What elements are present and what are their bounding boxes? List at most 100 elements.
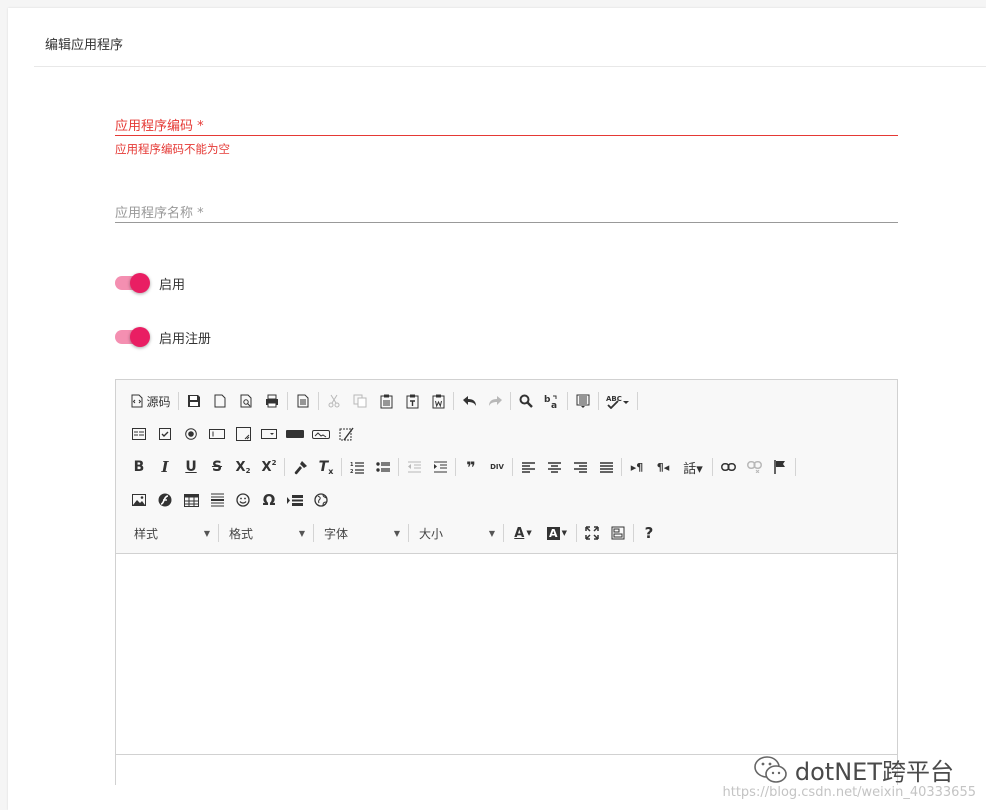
- align-right-button[interactable]: [567, 455, 593, 479]
- create-div-button[interactable]: DIV: [484, 455, 510, 479]
- iframe-button[interactable]: [308, 488, 334, 512]
- svg-text:1: 1: [350, 462, 354, 468]
- bulleted-list-icon: [376, 462, 390, 472]
- toolbar-row-insert: Ω: [126, 487, 334, 513]
- rich-text-editor: 源码 ba ABC B I U S X 2 X 2 T x 1 2 ❞ DIV …: [115, 379, 898, 785]
- chevron-down-icon: ▼: [561, 529, 567, 537]
- unlink-button[interactable]: [741, 455, 767, 479]
- paste-text-button[interactable]: [399, 389, 425, 413]
- templates-button[interactable]: [290, 389, 316, 413]
- form-button-button[interactable]: [282, 422, 308, 446]
- flash-button[interactable]: [152, 488, 178, 512]
- unlink-icon: [746, 461, 762, 473]
- print-button[interactable]: [259, 389, 285, 413]
- svg-text:2: 2: [350, 469, 354, 474]
- anchor-button[interactable]: [767, 455, 793, 479]
- align-center-button[interactable]: [541, 455, 567, 479]
- bold-button[interactable]: B: [126, 455, 152, 479]
- language-button[interactable]: 話▾: [676, 455, 710, 479]
- align-left-icon: [521, 461, 535, 473]
- align-justify-icon: [599, 461, 613, 473]
- bg-color-button[interactable]: A ▼: [540, 521, 574, 545]
- toolbar-row-styles: 样式 ▼ 格式 ▼ 字体 ▼ 大小 ▼ A ▼ A ▼ ?: [126, 520, 662, 546]
- select-field-button[interactable]: [256, 422, 282, 446]
- svg-text:ABC: ABC: [606, 395, 622, 403]
- textarea-button[interactable]: [230, 422, 256, 446]
- page-break-button[interactable]: [282, 488, 308, 512]
- hidden-field-button[interactable]: [334, 422, 360, 446]
- superscript-button[interactable]: X2: [256, 455, 282, 479]
- subscript-button[interactable]: X2: [230, 455, 256, 479]
- indent-button[interactable]: [427, 455, 453, 479]
- table-button[interactable]: [178, 488, 204, 512]
- format-dropdown[interactable]: 格式 ▼: [221, 522, 309, 544]
- paste-button[interactable]: [373, 389, 399, 413]
- toolbar-separator: [287, 392, 288, 410]
- text-color-button[interactable]: A ▼: [506, 521, 540, 545]
- paste-word-button[interactable]: [425, 389, 451, 413]
- undo-icon: [462, 396, 476, 406]
- new-page-button[interactable]: [207, 389, 233, 413]
- align-justify-button[interactable]: [593, 455, 619, 479]
- blockquote-button[interactable]: ❞: [458, 455, 484, 479]
- chevron-down-icon: ▼: [203, 528, 210, 538]
- copy-icon: [353, 394, 367, 408]
- maximize-button[interactable]: [579, 521, 605, 545]
- toolbar-separator: [313, 524, 314, 542]
- preview-button[interactable]: [233, 389, 259, 413]
- special-char-button[interactable]: Ω: [256, 488, 282, 512]
- font-dropdown[interactable]: 字体 ▼: [316, 522, 404, 544]
- checkbox-button[interactable]: [152, 422, 178, 446]
- select-all-icon: [576, 394, 590, 408]
- textfield-button[interactable]: [204, 422, 230, 446]
- subscript-icon: X: [235, 459, 246, 475]
- save-icon: [188, 395, 200, 407]
- outdent-button[interactable]: [401, 455, 427, 479]
- save-button[interactable]: [181, 389, 207, 413]
- source-button[interactable]: 源码: [126, 389, 176, 413]
- find-button[interactable]: [513, 389, 539, 413]
- print-icon: [266, 394, 278, 408]
- cut-button[interactable]: [321, 389, 347, 413]
- spellcheck-button[interactable]: ABC: [601, 389, 635, 413]
- editor-content-area[interactable]: [116, 554, 897, 754]
- link-icon: [720, 463, 736, 471]
- smiley-button[interactable]: [230, 488, 256, 512]
- toolbar-separator: [576, 524, 577, 542]
- rtl-button[interactable]: ¶◂: [650, 455, 676, 479]
- styles-dropdown[interactable]: 样式 ▼: [126, 522, 214, 544]
- remove-format-button[interactable]: Tx: [313, 455, 339, 479]
- register-toggle[interactable]: 启用注册: [115, 327, 315, 347]
- copy-button[interactable]: [347, 389, 373, 413]
- numbered-list-icon: 12: [350, 462, 364, 474]
- italic-button[interactable]: I: [152, 455, 178, 479]
- find-icon: [519, 394, 533, 408]
- chevron-down-icon: ▼: [526, 529, 532, 537]
- replace-button[interactable]: ba: [539, 389, 565, 413]
- ltr-button[interactable]: ▸¶: [624, 455, 650, 479]
- toolbar-separator: [510, 392, 511, 410]
- undo-button[interactable]: [456, 389, 482, 413]
- show-blocks-button[interactable]: [605, 521, 631, 545]
- underline-button[interactable]: U: [178, 455, 204, 479]
- image-button-button[interactable]: [308, 422, 334, 446]
- horizontal-line-button[interactable]: [204, 488, 230, 512]
- font-label: 字体: [324, 526, 349, 541]
- toolbar-separator: [178, 392, 179, 410]
- radio-button[interactable]: [178, 422, 204, 446]
- numbered-list-button[interactable]: 12: [344, 455, 370, 479]
- copy-format-button[interactable]: [287, 455, 313, 479]
- maximize-icon: [585, 526, 599, 540]
- help-button[interactable]: ?: [636, 521, 662, 545]
- image-button[interactable]: [126, 488, 152, 512]
- bulleted-list-button[interactable]: [370, 455, 396, 479]
- align-left-button[interactable]: [515, 455, 541, 479]
- strikethrough-button[interactable]: S: [204, 455, 230, 479]
- link-button[interactable]: [715, 455, 741, 479]
- form-button[interactable]: [126, 422, 152, 446]
- toolbar-separator: [598, 392, 599, 410]
- size-dropdown[interactable]: 大小 ▼: [411, 522, 499, 544]
- enabled-toggle[interactable]: 启用: [115, 273, 315, 293]
- select-all-button[interactable]: [570, 389, 596, 413]
- redo-button[interactable]: [482, 389, 508, 413]
